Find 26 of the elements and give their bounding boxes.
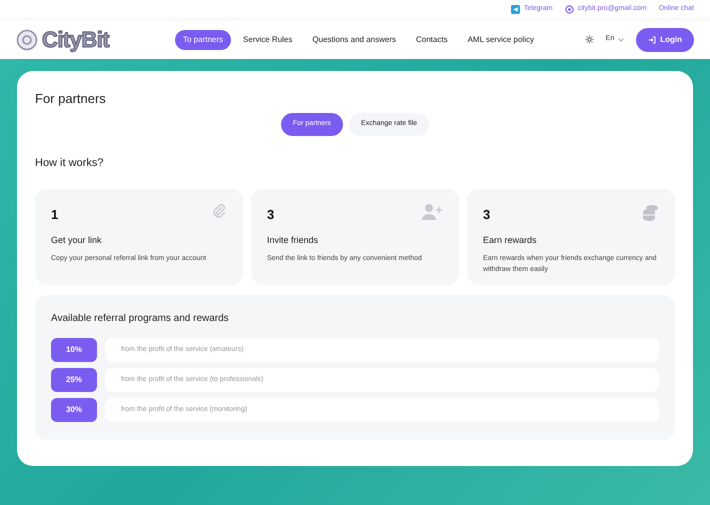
nav-link[interactable]: AML service policy: [460, 30, 542, 50]
step-number: 3: [267, 206, 274, 224]
nav-link[interactable]: Contacts: [408, 30, 456, 50]
percent-badge: 10%: [51, 338, 97, 362]
paperclip-icon: [211, 203, 227, 219]
nav-link[interactable]: Questions and answers: [304, 30, 404, 50]
step-title: Get your link: [51, 234, 103, 247]
login-button[interactable]: Login: [636, 28, 694, 52]
nav-link[interactable]: Service Rules: [235, 30, 300, 50]
nav-link[interactable]: To partners: [175, 30, 232, 50]
logo[interactable]: CityBit: [16, 23, 161, 56]
percent-badge: 25%: [51, 368, 97, 392]
percent-badge: 30%: [51, 398, 97, 422]
section-title: How it works?: [35, 156, 104, 170]
step-title: Earn rewards: [483, 234, 538, 246]
step-number: 1: [51, 206, 58, 224]
page-title: For partners: [35, 90, 107, 108]
caret-icon: [618, 38, 624, 42]
step-title: Invite friends: [267, 234, 320, 246]
programs-title: Available referral programs and rewards: [51, 312, 230, 326]
step-number: 3: [483, 206, 490, 224]
coins-icon: [641, 203, 659, 221]
login-icon: [648, 36, 656, 44]
sun-icon[interactable]: [584, 35, 594, 44]
add-user-icon: [421, 203, 443, 220]
telegram-icon: [510, 5, 520, 14]
